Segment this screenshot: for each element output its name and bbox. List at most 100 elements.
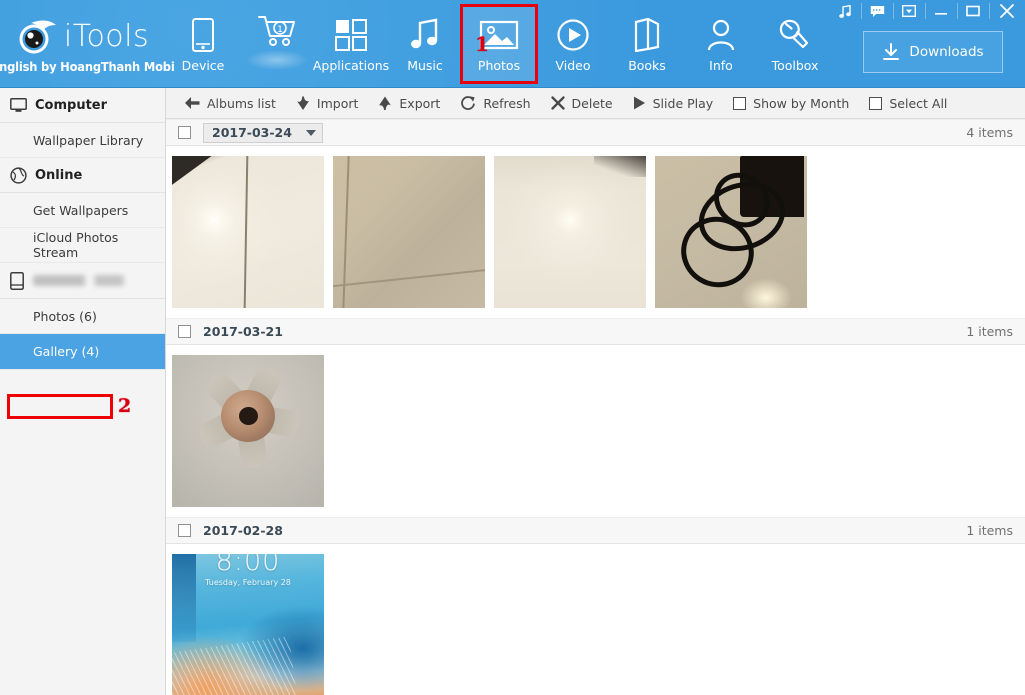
sidebar-empty-space [0,369,165,695]
photo-thumbnail[interactable] [494,156,646,308]
phone-icon [10,272,24,290]
nav-device[interactable]: Device [166,6,240,82]
app-logo: iTools English by HoangThanh Mobi [0,0,166,88]
nav-books-label: Books [628,58,666,73]
nav-store-cart[interactable]: 1 [240,6,314,82]
downloads-button[interactable]: Downloads [863,31,1003,73]
group-date-dropdown[interactable]: 2017-03-24 [203,123,323,143]
wallpaper-light-streaks [172,636,298,695]
sidebar-item-photos-label: Photos (6) [33,309,97,324]
sidebar-item-wallpaper-library[interactable]: Wallpaper Library [0,123,165,158]
select-all-checkbox[interactable]: Select All [859,89,957,118]
group-checkbox[interactable] [178,325,191,338]
nav-applications[interactable]: Applications [314,6,388,82]
nav-books[interactable]: Books [610,6,684,82]
music-note-icon[interactable] [829,0,861,22]
device-icon [190,14,216,56]
export-arrow-up-icon [378,96,392,111]
download-arrow-icon [882,43,900,61]
fan-hub [239,407,258,425]
sidebar-device-entry[interactable] [0,263,165,299]
photo-thumbnail[interactable] [333,156,485,308]
nav-photos-label: Photos [478,58,520,73]
action-toolbar: Albums list Import [166,88,1025,119]
import-label: Import [317,96,359,111]
video-icon [556,14,590,56]
close-icon[interactable] [989,0,1025,22]
annotation-marker-2: 2 [118,395,131,417]
nav-applications-label: Applications [313,58,389,73]
photo-thumbnail-row: 8:00 Tuesday, February 28 [166,544,1025,695]
arrow-left-icon [184,96,200,110]
show-by-month-checkbox[interactable]: Show by Month [723,89,859,118]
window-body: Computer Wallpaper Library Online Get Wa… [0,88,1025,695]
nav-photos[interactable]: 1 Photos [462,6,536,82]
sidebar-item-icloud-photos-stream[interactable]: iCloud Photos Stream [0,228,165,263]
nav-music-label: Music [407,58,443,73]
maximize-icon[interactable] [957,0,989,22]
nav-music[interactable]: Music [388,6,462,82]
brand-tagline: English by HoangThanh Mobi [0,59,175,74]
show-by-month-label: Show by Month [753,96,849,111]
photo-thumbnail-row [166,345,1025,517]
sidebar-item-icloud-photos-stream-label: iCloud Photos Stream [33,230,165,260]
sidebar-group-computer[interactable]: Computer [0,88,165,123]
annotation-marker-1: 1 [475,32,489,56]
nav-device-label: Device [182,58,225,73]
itools-window: iTools English by HoangThanh Mobi Device [0,0,1025,695]
photo-thumbnail[interactable] [172,355,324,507]
photo-thumbnail[interactable] [172,156,324,308]
group-checkbox[interactable] [178,126,191,139]
checkbox-icon [869,97,882,110]
sidebar-item-get-wallpapers[interactable]: Get Wallpapers [0,193,165,228]
group-date-label: 2017-02-28 [203,523,283,538]
itools-eye-logo-icon [17,17,59,57]
minimize-icon[interactable] [925,0,957,22]
device-name-blurred [33,275,141,286]
photo-thumbnail[interactable] [655,156,807,308]
albums-list-button[interactable]: Albums list [174,89,286,118]
delete-label: Delete [572,96,613,111]
info-person-icon [706,14,736,56]
checkbox-icon [733,97,746,110]
chat-bubble-icon[interactable] [861,0,893,22]
delete-button[interactable]: Delete [541,89,623,118]
nav-info[interactable]: Info [684,6,758,82]
dropdown-box-icon[interactable] [893,0,925,22]
group-item-count: 1 items [966,523,1013,538]
sidebar-item-gallery[interactable]: Gallery (4) [0,334,165,369]
delete-x-icon [551,96,565,110]
photo-thumbnail[interactable]: 8:00 Tuesday, February 28 [172,554,324,695]
music-icon [409,14,441,56]
sidebar-item-photos[interactable]: Photos (6) [0,299,165,334]
group-date-label: 2017-03-24 [212,125,292,140]
photo-group-header: 2017-02-28 1 items [166,517,1025,544]
photo-thumbnail-row [166,146,1025,318]
toolbox-wrench-icon [778,14,812,56]
slide-play-button[interactable]: Slide Play [623,89,724,118]
books-icon [632,14,662,56]
group-checkbox[interactable] [178,524,191,537]
svg-text:1: 1 [277,25,283,35]
chevron-down-icon [306,130,316,136]
refresh-button[interactable]: Refresh [450,89,540,118]
group-item-count: 4 items [966,125,1013,140]
play-triangle-icon [633,96,646,110]
albums-list-label: Albums list [207,96,276,111]
sidebar-group-online[interactable]: Online [0,158,165,193]
brand-name: iTools [64,22,149,52]
nav-video[interactable]: Video [536,6,610,82]
nav-video-label: Video [555,58,590,73]
lockscreen-date: Tuesday, February 28 [172,578,324,587]
import-button[interactable]: Import [286,89,369,118]
photo-scroll-area[interactable]: 2017-03-24 4 items [166,119,1025,695]
group-date-label: 2017-03-21 [203,324,283,339]
cart-icon: 1 [257,14,297,48]
photo-group-header: 2017-03-21 1 items [166,318,1025,345]
photo-group-header: 2017-03-24 4 items [166,119,1025,146]
export-button[interactable]: Export [368,89,450,118]
import-arrow-down-icon [296,96,310,111]
sidebar-item-gallery-label: Gallery (4) [33,344,99,359]
downloads-label: Downloads [909,44,983,60]
nav-toolbox[interactable]: Toolbox [758,6,832,82]
